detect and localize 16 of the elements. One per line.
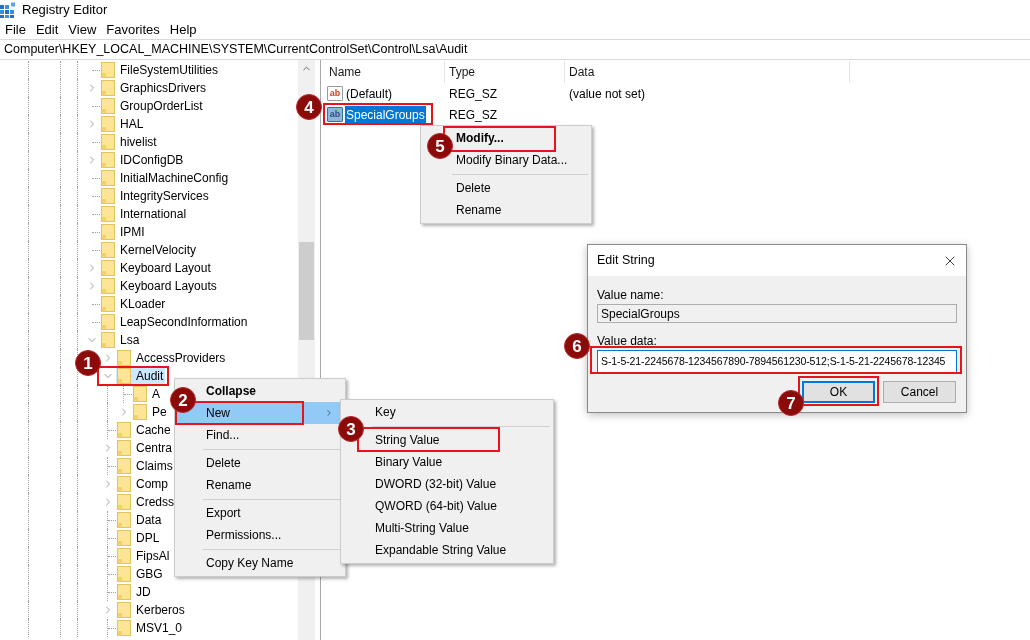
window-title: Registry Editor [22,3,108,16]
string-value-icon: ab [327,107,343,122]
step-number: 1 [75,350,101,376]
step-number: 6 [564,333,590,359]
table-cell: REG_SZ [449,86,497,101]
dialog-title: Edit String [597,252,655,270]
field-label: Value data: [597,333,658,349]
step-number: 2 [170,387,196,413]
step-number: 4 [296,94,322,120]
step-number: 7 [778,390,804,416]
table-cell: (value not set) [569,86,646,101]
step-number: 5 [427,133,453,159]
step-number: 3 [338,416,364,442]
field-label: Value name: [597,287,665,303]
table-cell: REG_SZ [449,107,497,122]
string-value-icon: ab [327,86,343,101]
